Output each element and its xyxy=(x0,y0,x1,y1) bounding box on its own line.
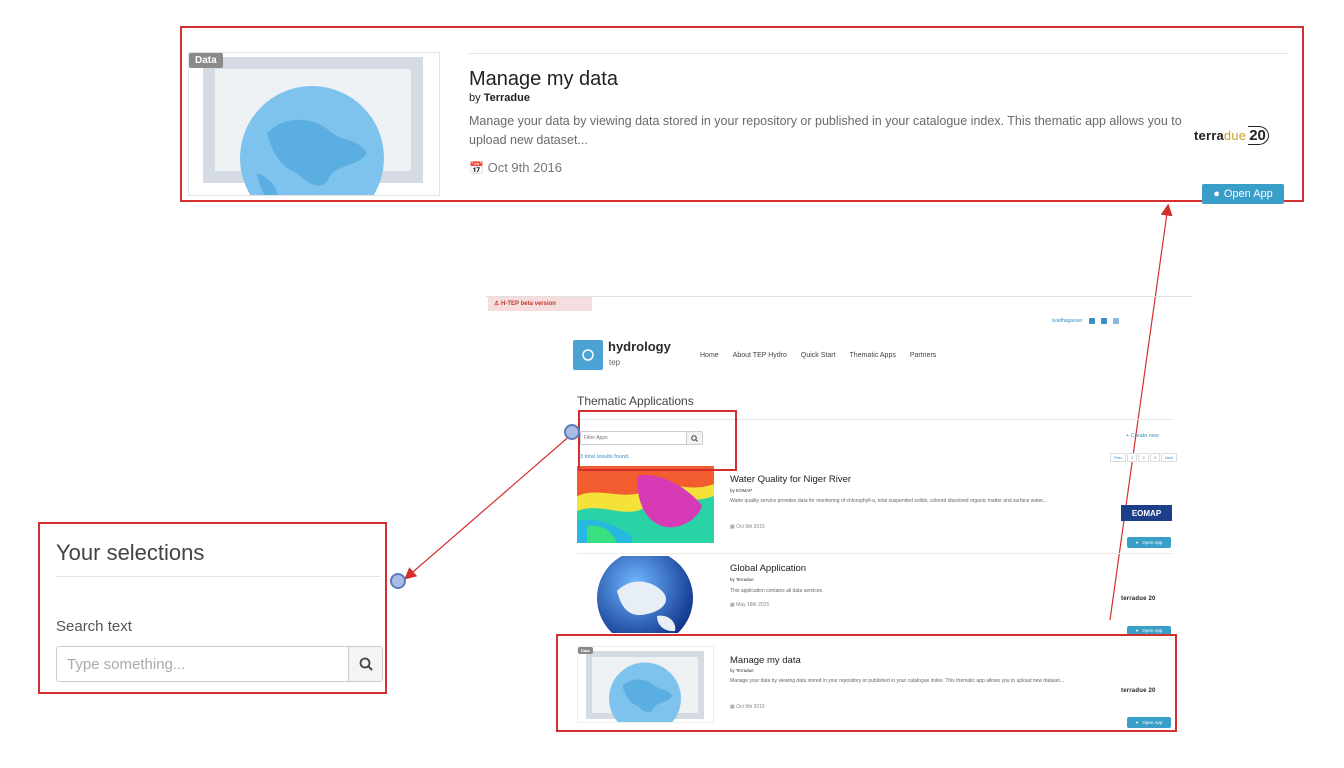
selections-title: Your selections xyxy=(56,540,205,565)
app-date: ▦ May 18th 2015 xyxy=(730,602,770,608)
divider xyxy=(468,53,1288,54)
settings-icon[interactable] xyxy=(1100,318,1107,324)
page-title: Thematic Applications xyxy=(577,394,694,408)
mail-icon[interactable] xyxy=(1088,318,1095,324)
calendar-icon: ▦ xyxy=(730,602,735,608)
eomap-logo: EOMAP xyxy=(1121,505,1172,521)
pager-next[interactable]: Next xyxy=(1160,453,1178,462)
by-prefix: by xyxy=(469,92,481,104)
calendar-icon: 📅 xyxy=(469,161,484,175)
pager-1[interactable]: 1 xyxy=(1127,453,1138,462)
search-icon xyxy=(359,657,373,671)
app-author: by EOMAP xyxy=(730,488,753,493)
heatmap-image xyxy=(577,466,714,543)
logo-text-a: terra xyxy=(1194,128,1224,143)
highlight-filter-area xyxy=(578,410,737,471)
create-new-link[interactable]: + Create new xyxy=(1126,433,1159,439)
global-application-thumbnail[interactable] xyxy=(577,556,714,633)
search-button[interactable] xyxy=(348,647,382,681)
globe-icon xyxy=(240,86,384,195)
search-group xyxy=(56,646,383,682)
terradue-logo: terradue 20 xyxy=(1121,596,1156,602)
pager-3[interactable]: 3 xyxy=(1149,453,1160,462)
highlight-manage-data-row xyxy=(556,634,1177,732)
logout-icon[interactable] xyxy=(1112,318,1119,324)
arrow-to-selections xyxy=(404,433,573,580)
app-title[interactable]: Manage my data xyxy=(469,68,618,91)
search-input[interactable] xyxy=(57,647,348,681)
zoom-callout-manage-my-data: Data Manage my data by Terradue Manage y… xyxy=(180,26,1304,202)
nav-quick-start[interactable]: Quick Start xyxy=(801,352,836,359)
app-date: ▦ Oct 9th 2016 xyxy=(730,524,765,530)
globe-small-icon: ● xyxy=(1135,540,1139,545)
author-name: Terradue xyxy=(483,92,530,104)
nav-partners[interactable]: Partners xyxy=(910,352,936,359)
calendar-icon: ▦ xyxy=(730,524,735,530)
app-date: 📅 Oct 9th 2016 xyxy=(469,160,562,175)
nav-thematic-apps[interactable]: Thematic Apps xyxy=(850,352,896,359)
pager-prev[interactable]: Prev xyxy=(1110,453,1127,462)
pagination: Prev 1 2 3 Next xyxy=(1110,453,1178,462)
app-description: This application contains all data servi… xyxy=(730,588,824,594)
connector-dot-selections xyxy=(390,573,406,589)
nav-home[interactable]: Home xyxy=(700,352,719,359)
water-quality-thumbnail[interactable] xyxy=(577,466,714,543)
app-title[interactable]: Global Application xyxy=(730,563,806,574)
row-divider xyxy=(577,553,1173,554)
app-description: Water quality service provides data for … xyxy=(730,498,1047,504)
user-link[interactable]: lwalthagasser xyxy=(1052,318,1083,324)
nav-about[interactable]: About TEP Hydro xyxy=(733,352,787,359)
logo-number: 20 xyxy=(1248,126,1269,145)
app-author: by Terradue xyxy=(730,577,754,582)
terradue-logo: terradue 20 xyxy=(1194,126,1269,145)
data-tag: Data xyxy=(189,53,223,68)
arrow-to-zoom-card xyxy=(1109,203,1173,621)
connector-dot-filter xyxy=(564,424,580,440)
logo-word: hydrology xyxy=(608,339,671,354)
search-text-label: Search text xyxy=(56,618,132,635)
app-title[interactable]: Water Quality for Niger River xyxy=(730,474,851,485)
logo-sub: tep xyxy=(609,358,621,367)
date-text: Oct 9th 2016 xyxy=(487,160,563,175)
app-description: Manage your data by viewing data stored … xyxy=(469,114,1182,147)
hydrology-logo-icon[interactable] xyxy=(573,340,603,370)
user-toolbar: lwalthagasser xyxy=(1052,318,1119,324)
open-app-button[interactable]: ● Open App xyxy=(1202,184,1284,204)
earth-globe-image xyxy=(597,556,693,633)
pager-2[interactable]: 2 xyxy=(1138,453,1149,462)
main-nav: Home About TEP Hydro Quick Start Themati… xyxy=(700,352,936,359)
app-thumbnail: Data xyxy=(188,52,440,196)
zoom-callout-selections: Your selections Search text xyxy=(38,522,387,694)
globe-small-icon: ● xyxy=(1213,188,1220,200)
logo-text-b: due xyxy=(1223,128,1247,143)
app-author: by Terradue xyxy=(469,92,530,104)
open-app-button[interactable]: ● Open App xyxy=(1127,537,1171,548)
globe-small-icon: ● xyxy=(1135,628,1139,633)
beta-banner: ⚠ H-TEP beta version xyxy=(488,297,592,311)
divider xyxy=(56,576,381,577)
